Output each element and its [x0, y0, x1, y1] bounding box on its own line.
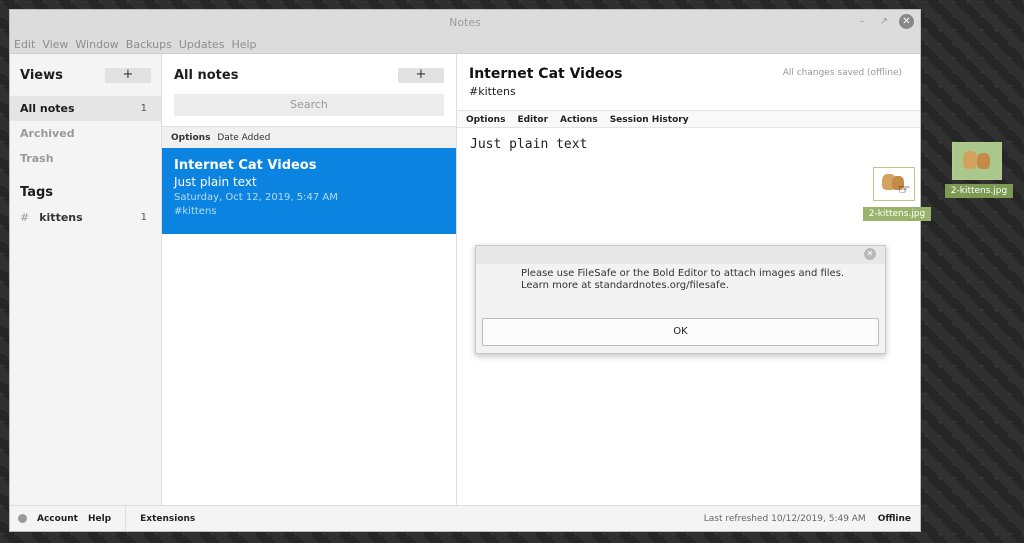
tag-label: kittens — [39, 211, 83, 224]
editor-tags-input[interactable]: #kittens — [469, 85, 908, 98]
tag-count: 1 — [140, 212, 147, 223]
extensions-button[interactable]: Extensions — [140, 514, 195, 524]
note-tags: #kittens — [174, 206, 217, 217]
divider — [125, 505, 127, 531]
editor-menu-editor[interactable]: Editor — [517, 111, 548, 127]
last-refreshed: Last refreshed 10/12/2019, 5:49 AM — [703, 513, 866, 524]
tags-title: Tags — [20, 185, 54, 200]
filesafe-dialog: ✕ Please use FileSafe or the Bold Editor… — [475, 245, 886, 354]
status-bar: Account Help Extensions Last refreshed 1… — [10, 505, 920, 531]
menu-bar: Edit View Window Backups Updates Help — [10, 36, 920, 54]
hash-icon: # — [20, 211, 30, 224]
note-date: Saturday, Oct 12, 2019, 5:47 AM — [174, 192, 338, 203]
view-label: Archived — [20, 127, 75, 140]
note-list-item[interactable]: Internet Cat Videos Just plain text Satu… — [162, 148, 456, 234]
tag-kittens[interactable]: # kittens 1 — [10, 208, 161, 228]
dialog-message-line1: Please use FileSafe or the Bold Editor t… — [521, 268, 845, 279]
dialog-message-line2: Learn more at standardnotes.org/filesafe… — [521, 280, 729, 291]
editor-menu-actions[interactable]: Actions — [560, 111, 598, 127]
ok-button[interactable]: OK — [482, 318, 879, 346]
dialog-message: Please use FileSafe or the Bold Editor t… — [476, 264, 885, 292]
note-preview: Just plain text — [174, 175, 257, 189]
desktop-image-icon[interactable] — [952, 142, 1002, 180]
offline-status[interactable]: Offline — [878, 514, 911, 524]
search-input[interactable]: Search — [174, 94, 444, 116]
view-count: 1 — [140, 103, 147, 114]
desktop-file-label: 2-kittens.jpg — [945, 184, 1013, 198]
save-status: All changes saved (offline) — [782, 68, 902, 78]
dragged-image-icon[interactable]: ☞ — [873, 167, 915, 201]
kitten-thumbnail-icon — [963, 151, 977, 169]
menu-help[interactable]: Help — [231, 36, 256, 53]
add-note-button[interactable]: + — [398, 67, 444, 83]
dialog-close-icon[interactable]: ✕ — [864, 248, 876, 260]
tags-pane: Views + All notes 1 Archived Trash Tags … — [10, 54, 162, 505]
view-all-notes[interactable]: All notes 1 — [10, 96, 161, 121]
notes-pane: All notes + Search Options Date Added In… — [162, 54, 457, 505]
maximize-icon[interactable]: ↗ — [877, 15, 891, 29]
note-title: Internet Cat Videos — [174, 158, 317, 173]
kitten-thumbnail-icon — [977, 153, 990, 169]
menu-updates[interactable]: Updates — [179, 36, 225, 53]
sort-options-label: Options — [171, 133, 211, 143]
dialog-title-bar[interactable]: ✕ — [476, 246, 885, 264]
view-label: Trash — [20, 152, 54, 165]
editor-menu: Options Editor Actions Session History — [457, 110, 920, 128]
help-button[interactable]: Help — [88, 514, 111, 524]
add-view-button[interactable]: + — [105, 67, 151, 83]
menu-edit[interactable]: Edit — [14, 36, 35, 53]
view-archived[interactable]: Archived — [10, 121, 161, 146]
title-bar[interactable]: Notes – ↗ ✕ — [10, 10, 920, 36]
view-label: All notes — [20, 102, 75, 115]
sort-bar[interactable]: Options Date Added — [162, 126, 456, 148]
account-status-icon — [18, 514, 27, 523]
editor-menu-session-history[interactable]: Session History — [610, 111, 689, 127]
menu-window[interactable]: Window — [75, 36, 118, 53]
view-trash[interactable]: Trash — [10, 146, 161, 171]
menu-backups[interactable]: Backups — [126, 36, 172, 53]
views-title: Views — [20, 67, 63, 83]
menu-view[interactable]: View — [42, 36, 68, 53]
hand-cursor-icon: ☞ — [898, 182, 911, 198]
notes-title: All notes — [174, 67, 239, 83]
account-button[interactable]: Account — [37, 514, 78, 524]
window-title: Notes — [449, 16, 481, 29]
minimize-icon[interactable]: – — [855, 15, 869, 29]
editor-text-area[interactable]: Just plain text — [457, 128, 920, 161]
close-icon[interactable]: ✕ — [899, 14, 914, 29]
editor-menu-options[interactable]: Options — [466, 111, 505, 127]
sort-value: Date Added — [217, 133, 271, 143]
dragged-file-label: 2-kittens.jpg — [863, 207, 931, 221]
